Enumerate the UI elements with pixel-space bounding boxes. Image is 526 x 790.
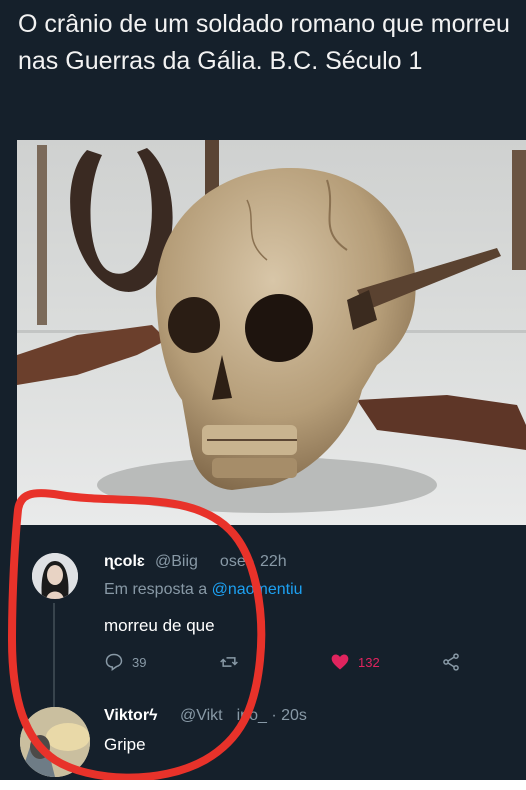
share-button[interactable] — [440, 652, 462, 672]
reply-context: Em resposta a @naomentiu — [104, 581, 303, 599]
tweet2-handle[interactable]: @Vikt ino_ · 20s — [180, 707, 307, 725]
profile-photo-icon — [20, 707, 90, 777]
thread-connector — [53, 603, 55, 707]
tweet2-handle-start: @Vikt — [180, 707, 223, 724]
tweet2-text: Gripe — [104, 735, 146, 754]
reply-mention-link[interactable]: @naomentiu — [212, 581, 303, 598]
woman-portrait-icon — [32, 553, 78, 599]
retweet-button[interactable] — [218, 652, 240, 672]
tweet2-handle-end: ino_ — [236, 707, 267, 724]
bottom-border — [0, 780, 526, 790]
post-caption: O crânio de um soldado romano que morreu… — [18, 10, 510, 75]
retweet-icon — [220, 657, 238, 667]
avatar[interactable] — [32, 553, 78, 599]
avatar[interactable] — [20, 707, 90, 777]
heart-icon — [331, 654, 349, 670]
reply-count: 39 — [132, 654, 147, 670]
tweet1-handle[interactable]: @Biig ose · 22h — [155, 553, 287, 571]
skull-photo[interactable] — [17, 140, 526, 525]
tweet1-handle-start: @Biig — [155, 553, 198, 570]
share-icon — [443, 653, 459, 671]
reply-button[interactable]: 39 — [104, 652, 146, 672]
tweet1-handle-end: ose — [219, 553, 246, 570]
tweet2-display-name[interactable]: Viktorϟ — [104, 707, 158, 725]
skull-photo-art — [17, 140, 526, 525]
reply-prefix: Em resposta a — [104, 581, 208, 598]
tweet1-text: morreu de que — [104, 616, 215, 635]
reply-icon — [105, 653, 123, 671]
like-button[interactable]: 132 — [330, 652, 380, 672]
like-count: 132 — [358, 654, 380, 670]
tweet2-timestamp[interactable]: · 20s — [271, 707, 307, 724]
tweet1-display-name[interactable]: ɳcolɛ — [104, 553, 145, 571]
tweet1-timestamp[interactable]: · 22h — [250, 553, 286, 570]
